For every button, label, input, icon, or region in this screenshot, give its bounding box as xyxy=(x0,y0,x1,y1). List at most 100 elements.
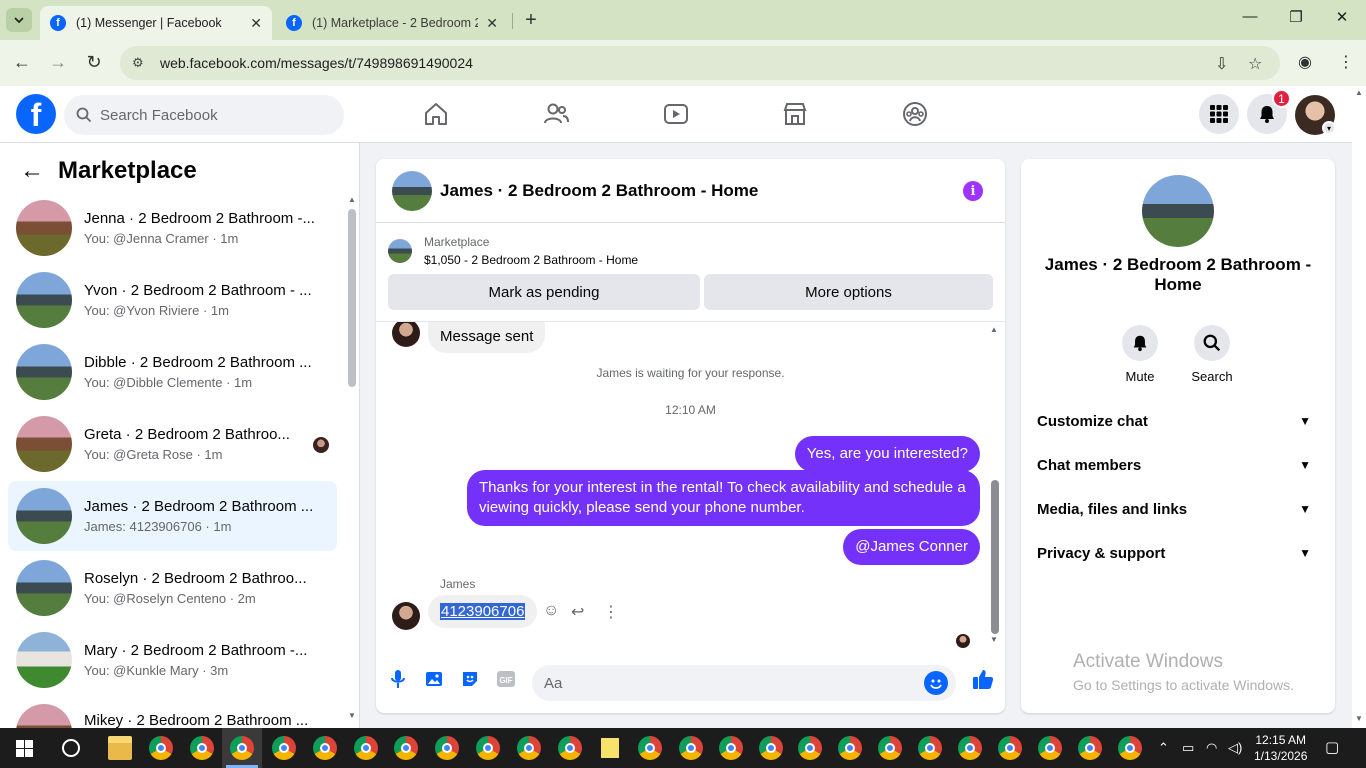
conversation-item[interactable]: Mikey · 2 Bedroom 2 Bathroom ... xyxy=(8,697,337,728)
chat-title[interactable]: James · 2 Bedroom 2 Bathroom - Home xyxy=(440,181,758,201)
tab-search-button[interactable] xyxy=(6,8,32,32)
scroll-up-arrow-icon[interactable]: ▲ xyxy=(1355,88,1363,97)
home-icon[interactable] xyxy=(422,100,450,128)
mute-button[interactable]: Mute xyxy=(1110,325,1170,384)
volume-icon[interactable]: ◁) xyxy=(1228,740,1242,756)
back-arrow-icon[interactable]: ← xyxy=(20,157,44,185)
more-actions-icon[interactable]: ⋮ xyxy=(603,602,619,622)
chat-members-section[interactable]: Chat members ▼ xyxy=(1037,445,1319,485)
conversation-item[interactable]: Yvon · 2 Bedroom 2 Bathroom - ... You: @Y… xyxy=(8,265,337,335)
listing-summary[interactable]: Marketplace $1,050 - 2 Bedroom 2 Bathroo… xyxy=(388,235,638,267)
chrome-icon[interactable] xyxy=(476,736,500,760)
site-settings-icon[interactable]: ⚙ xyxy=(132,55,148,71)
video-icon[interactable] xyxy=(662,100,690,128)
facebook-search[interactable] xyxy=(64,95,344,135)
chrome-icon[interactable] xyxy=(719,736,743,760)
chrome-icon[interactable] xyxy=(679,736,703,760)
forward-button[interactable]: → xyxy=(47,52,69,73)
scroll-up-arrow-icon[interactable]: ▲ xyxy=(348,195,356,204)
chrome-icon[interactable] xyxy=(759,736,783,760)
conversation-item[interactable]: Dibble · 2 Bedroom 2 Bathroom ... You: @D… xyxy=(8,337,337,407)
chat-scrollbar[interactable]: ▲ ▼ xyxy=(990,325,1000,645)
listing-avatar-large[interactable] xyxy=(1142,175,1214,247)
new-tab-button[interactable]: + xyxy=(520,9,542,32)
windows-start-icon[interactable] xyxy=(16,740,33,757)
message-input[interactable] xyxy=(544,674,904,692)
sticker-icon[interactable] xyxy=(458,667,482,691)
chrome-icon[interactable] xyxy=(838,736,862,760)
system-clock[interactable]: 12:15 AM 1/13/2026 xyxy=(1254,732,1307,764)
chrome-icon[interactable] xyxy=(230,736,254,760)
friends-icon[interactable] xyxy=(542,100,570,128)
sticky-notes-icon[interactable] xyxy=(601,738,619,758)
conversation-item[interactable]: Jenna · 2 Bedroom 2 Bathroom -... You: @J… xyxy=(8,193,337,263)
conversation-item[interactable]: Greta · 2 Bedroom 2 Bathroo... You: @Gret… xyxy=(8,409,337,479)
more-options-button[interactable]: More options xyxy=(704,274,993,310)
message-list[interactable]: Message sent James is waiting for your r… xyxy=(376,321,1005,653)
tab-marketplace[interactable]: f (1) Marketplace - 2 Bedroom 2 ✕ xyxy=(276,6,508,40)
close-window-button[interactable]: ✕ xyxy=(1332,8,1352,26)
chrome-icon[interactable] xyxy=(272,736,296,760)
scroll-down-arrow-icon[interactable]: ▼ xyxy=(990,635,998,644)
search-input[interactable] xyxy=(100,106,320,124)
scrollbar-thumb[interactable] xyxy=(348,209,356,387)
react-emoji-icon[interactable]: ☺ xyxy=(543,602,559,620)
gif-icon[interactable]: GIF xyxy=(494,667,518,691)
tray-chevron-up-icon[interactable]: ⌃ xyxy=(1158,740,1169,756)
emoji-icon[interactable] xyxy=(924,671,948,695)
privacy-support-section[interactable]: Privacy & support ▼ xyxy=(1037,533,1319,573)
page-scrollbar[interactable]: ▲ ▼ xyxy=(1352,86,1366,728)
chrome-icon[interactable] xyxy=(1118,736,1142,760)
mark-as-pending-button[interactable]: Mark as pending xyxy=(388,274,700,310)
scroll-down-arrow-icon[interactable]: ▼ xyxy=(348,711,356,720)
tab-messenger[interactable]: f (1) Messenger | Facebook ✕ xyxy=(40,6,272,40)
chat-listing-avatar[interactable] xyxy=(392,170,432,211)
file-explorer-icon[interactable] xyxy=(108,736,132,760)
chrome-icon[interactable] xyxy=(1078,736,1102,760)
marketplace-icon[interactable] xyxy=(781,100,809,128)
maximize-button[interactable]: ❐ xyxy=(1286,8,1306,26)
wifi-icon[interactable]: ◠ xyxy=(1206,740,1217,756)
battery-icon[interactable]: ▭ xyxy=(1182,740,1194,756)
chrome-icon[interactable] xyxy=(878,736,902,760)
chrome-icon[interactable] xyxy=(190,736,214,760)
thumbs-up-icon[interactable] xyxy=(971,667,995,691)
chrome-icon[interactable] xyxy=(638,736,662,760)
tab-close-icon[interactable]: ✕ xyxy=(486,15,498,32)
back-button[interactable]: ← xyxy=(11,52,33,73)
chrome-icon[interactable] xyxy=(149,736,173,760)
customize-chat-section[interactable]: Customize chat ▼ xyxy=(1037,401,1319,441)
tab-close-icon[interactable]: ✕ xyxy=(250,15,262,32)
chrome-icon[interactable] xyxy=(517,736,541,760)
conversation-item[interactable]: Mary · 2 Bedroom 2 Bathroom -... You: @Ku… xyxy=(8,625,337,695)
selected-phone-number[interactable]: 4123906706 xyxy=(440,603,526,620)
conversation-item-active[interactable]: James · 2 Bedroom 2 Bathroom ... James: 4… xyxy=(8,481,337,551)
media-files-links-section[interactable]: Media, files and links ▼ xyxy=(1037,489,1319,529)
facebook-logo[interactable]: f xyxy=(16,94,56,134)
profile-icon[interactable]: ◉ xyxy=(1298,52,1312,72)
message-input-box[interactable] xyxy=(532,665,956,701)
scrollbar-thumb[interactable] xyxy=(991,480,999,634)
chevron-down-icon[interactable]: ▾ xyxy=(1322,121,1336,135)
cortana-search-icon[interactable] xyxy=(62,739,80,757)
address-bar[interactable]: ⚙ web.facebook.com/messages/t/7498986914… xyxy=(120,46,1280,80)
chrome-icon[interactable] xyxy=(998,736,1022,760)
chrome-icon[interactable] xyxy=(918,736,942,760)
install-app-icon[interactable]: ⇩ xyxy=(1215,54,1228,74)
menu-button[interactable] xyxy=(1199,94,1239,134)
photo-attach-icon[interactable] xyxy=(422,667,446,691)
chrome-icon[interactable] xyxy=(558,736,582,760)
bookmark-star-icon[interactable]: ☆ xyxy=(1248,54,1262,74)
sidebar-scrollbar[interactable]: ▲ ▼ xyxy=(348,195,356,720)
groups-icon[interactable] xyxy=(901,100,929,128)
chrome-icon[interactable] xyxy=(798,736,822,760)
microphone-icon[interactable] xyxy=(386,667,410,691)
chrome-icon[interactable] xyxy=(394,736,418,760)
reload-button[interactable]: ↻ xyxy=(83,52,105,73)
search-in-chat-button[interactable]: Search xyxy=(1182,325,1242,384)
reply-icon[interactable]: ↩ xyxy=(571,602,584,622)
info-icon[interactable]: i xyxy=(963,181,983,201)
minimize-button[interactable]: — xyxy=(1240,8,1260,25)
chrome-icon[interactable] xyxy=(354,736,378,760)
notification-center-icon[interactable]: ▢ xyxy=(1325,738,1339,756)
